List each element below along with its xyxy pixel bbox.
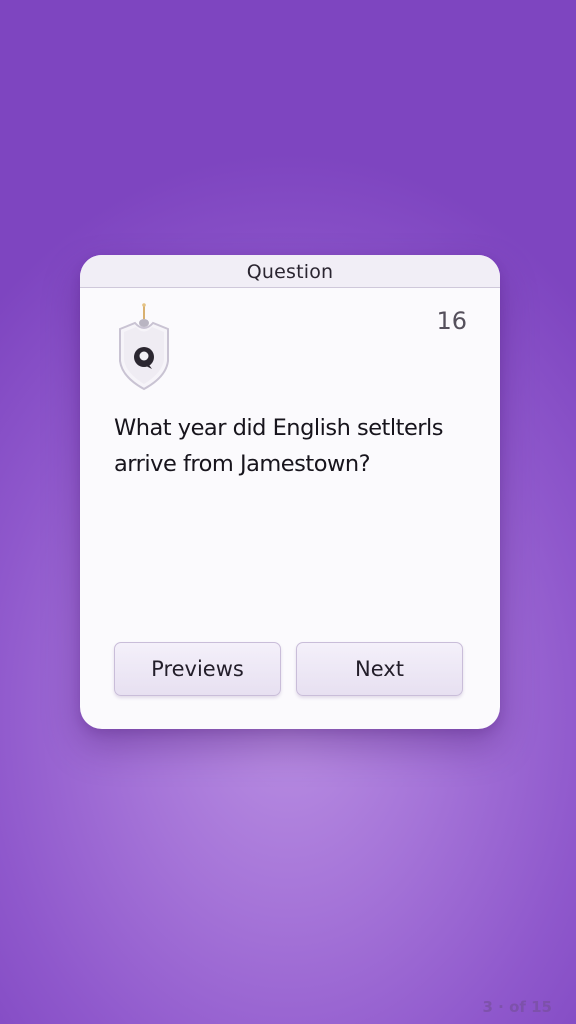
question-line-1: What year did English setlterls <box>114 415 444 441</box>
question-card: Question 16 What year did English setlte… <box>80 255 500 729</box>
question-text: What year did English setlterls arrive f… <box>114 410 474 482</box>
question-line-2: arrive from Jamestown? <box>114 451 371 477</box>
question-counter: 16 <box>436 307 467 335</box>
page-indicator: 3 · of 15 <box>482 998 552 1016</box>
card-header: Question <box>80 255 500 288</box>
previous-button[interactable]: Previews <box>114 642 281 696</box>
shield-badge-icon <box>119 303 169 391</box>
card-title: Question <box>246 261 334 283</box>
next-button[interactable]: Next <box>296 642 463 696</box>
